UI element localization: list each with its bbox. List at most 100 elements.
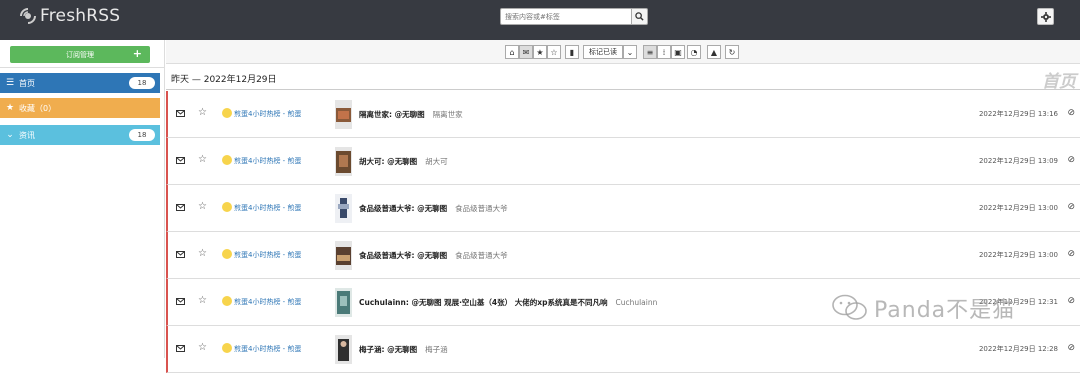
entry-feed-name[interactable]: 煎蛋4小时热榜 - 煎蛋 [234, 344, 301, 354]
envelope-icon[interactable] [176, 345, 185, 352]
freshrss-logo-icon [20, 8, 36, 24]
unread-count-badge: 18 [129, 129, 155, 141]
entry-date: 2022年12月29日 13:09 [978, 157, 1058, 165]
entry-thumbnail [335, 335, 352, 364]
envelope-icon[interactable] [176, 251, 185, 258]
show-favorites-button[interactable]: ★ [533, 45, 547, 59]
entry-row[interactable]: ☆ 煎蛋4小时热榜 - 煎蛋 隔离世家: @无聊图 隔离世家 2022年12月29… [166, 91, 1080, 138]
entry-summary: 梅子涵 [425, 345, 448, 354]
entry-feed-name[interactable]: 煎蛋4小时热榜 - 煎蛋 [234, 156, 301, 166]
settings-button[interactable] [1037, 8, 1054, 25]
external-link-icon[interactable]: ⊘ [1067, 296, 1075, 306]
star-outline-icon[interactable]: ☆ [198, 154, 207, 165]
star-outline-icon[interactable]: ☆ [198, 107, 207, 118]
entry-row[interactable]: ☆ 煎蛋4小时热榜 - 煎蛋 胡大可: @无聊图 胡大可 2022年12月29日 … [166, 138, 1080, 185]
subscription-management-button[interactable]: 订阅管理 + [10, 46, 150, 63]
chevron-down-icon: ⌄ [626, 47, 634, 57]
entry-row[interactable]: ☆ 煎蛋4小时热榜 - 煎蛋 食品级普通大爷: @无聊图 食品级普通大爷 2022… [166, 232, 1080, 279]
star-outline-icon: ☆ [550, 47, 558, 57]
show-not-favorites-button[interactable]: ☆ [547, 45, 561, 59]
envelope-icon[interactable] [176, 110, 185, 117]
entry-thumbnail [335, 288, 352, 317]
entry-row[interactable]: ☆ 煎蛋4小时热榜 - 煎蛋 梅子涵: @无聊图 梅子涵 2022年12月29日 … [166, 326, 1080, 373]
entry-thumbnail [335, 194, 352, 223]
chevron-down-icon: ⌄ [6, 130, 14, 140]
sidebar-item-home[interactable]: ☰ 首页 18 [0, 73, 160, 93]
grid-view-button[interactable]: ⁞ [657, 45, 671, 59]
refresh-icon: ↻ [728, 47, 736, 57]
bookmark-button[interactable]: ▮ [565, 45, 579, 59]
entry-summary: Cuchulainn [615, 298, 658, 307]
entry-feed-name[interactable]: 煎蛋4小时热榜 - 煎蛋 [234, 109, 301, 119]
sidebar-item-label: 资讯 [19, 130, 35, 140]
sort-order-button[interactable]: ▲ [707, 45, 721, 59]
gear-icon [1040, 11, 1051, 22]
feed-favicon-icon [222, 108, 232, 118]
entry-row[interactable]: ☆ 煎蛋4小时热榜 - 煎蛋 食品级普通大爷: @无聊图 食品级普通大爷 2022… [166, 185, 1080, 232]
sidebar-item-label: 首页 [19, 78, 35, 88]
rss-button[interactable]: ◔ [687, 45, 701, 59]
reader-view-button[interactable]: ▣ [671, 45, 685, 59]
sidebar-item-favorites[interactable]: ★ 收藏（0） [0, 98, 160, 118]
top-header: FreshRSS [0, 0, 1080, 40]
envelope-icon: ✉ [522, 47, 530, 57]
list-icon: ≡ [646, 47, 654, 57]
envelope-icon[interactable] [176, 157, 185, 164]
entry-title[interactable]: 食品级普通大爷: @无聊图 食品级普通大爷 [359, 203, 508, 214]
entry-feed-name[interactable]: 煎蛋4小时热榜 - 煎蛋 [234, 250, 301, 260]
show-unread-button[interactable]: ✉ [519, 45, 533, 59]
external-link-icon[interactable]: ⊘ [1067, 249, 1075, 259]
entry-date: 2022年12月29日 12:28 [978, 345, 1058, 353]
mark-read-label: 标记已读 [589, 48, 617, 56]
show-all-button[interactable]: ⌂ [505, 45, 519, 59]
view-toolbar: ⌂ ✉ ★ ☆ ▮ 标记已读 ⌄ ≡ ⁞ ▣ ◔ ▲ ↻ [166, 40, 1080, 64]
plus-icon: + [132, 47, 142, 60]
refresh-button[interactable]: ↻ [725, 45, 739, 59]
entry-summary: 隔离世家 [432, 110, 463, 119]
entry-feed-name[interactable]: 煎蛋4小时热榜 - 煎蛋 [234, 297, 301, 307]
app-name: FreshRSS [40, 6, 121, 26]
watermark: Panda不是猫 [832, 292, 1015, 324]
day-label: 昨天 — 2022年12月29日 [171, 75, 277, 85]
sidebar-item-news[interactable]: ⌄ 资讯 18 [0, 125, 160, 145]
external-link-icon[interactable]: ⊘ [1067, 155, 1075, 165]
mark-read-dropdown-button[interactable]: ⌄ [623, 45, 637, 59]
mark-read-button[interactable]: 标记已读 [583, 45, 623, 59]
entry-title[interactable]: 隔离世家: @无聊图 隔离世家 [359, 109, 463, 120]
star-outline-icon[interactable]: ☆ [198, 295, 207, 306]
star-outline-icon[interactable]: ☆ [198, 342, 207, 353]
feed-favicon-icon [222, 249, 232, 259]
sidebar-divider [0, 67, 165, 68]
entry-title[interactable]: 梅子涵: @无聊图 梅子涵 [359, 344, 448, 355]
triangle-up-icon: ▲ [710, 47, 718, 57]
sidebar: 订阅管理 + ☰ 首页 18 ★ 收藏（0） ⌄ 资讯 18 [0, 40, 165, 358]
entry-title-text: 食品级普通大爷: @无聊图 [359, 251, 448, 260]
entry-title[interactable]: 胡大可: @无聊图 胡大可 [359, 156, 448, 167]
entry-title[interactable]: Cuchulainn: @无聊图 观展·空山基（4张） 大佬的xp系统真是不同凡… [359, 297, 657, 308]
entry-title-text: 梅子涵: @无聊图 [359, 345, 418, 354]
external-link-icon[interactable]: ⊘ [1067, 343, 1075, 353]
entry-feed-name[interactable]: 煎蛋4小时热榜 - 煎蛋 [234, 203, 301, 213]
feed-favicon-icon [222, 343, 232, 353]
home-icon: ⌂ [509, 47, 515, 57]
bookmark-icon: ▮ [569, 47, 575, 57]
entry-thumbnail [335, 100, 352, 129]
rss-icon: ◔ [690, 47, 698, 57]
external-link-icon[interactable]: ⊘ [1067, 202, 1075, 212]
feed-favicon-icon [222, 296, 232, 306]
star-outline-icon[interactable]: ☆ [198, 248, 207, 259]
search-input[interactable] [500, 8, 632, 25]
search-button[interactable] [632, 8, 648, 25]
entry-title-text: 隔离世家: @无聊图 [359, 110, 425, 119]
app-logo[interactable]: FreshRSS [18, 6, 120, 26]
envelope-icon[interactable] [176, 204, 185, 211]
day-header: 昨天 — 2022年12月29日 首页 [166, 65, 1080, 92]
external-link-icon[interactable]: ⊘ [1067, 108, 1075, 118]
star-outline-icon[interactable]: ☆ [198, 201, 207, 212]
entry-thumbnail [335, 147, 352, 176]
envelope-icon[interactable] [176, 298, 185, 305]
star-icon: ★ [5, 103, 15, 113]
normal-view-button[interactable]: ≡ [643, 45, 657, 59]
entry-title[interactable]: 食品级普通大爷: @无聊图 食品级普通大爷 [359, 250, 508, 261]
entry-thumbnail [335, 241, 352, 270]
